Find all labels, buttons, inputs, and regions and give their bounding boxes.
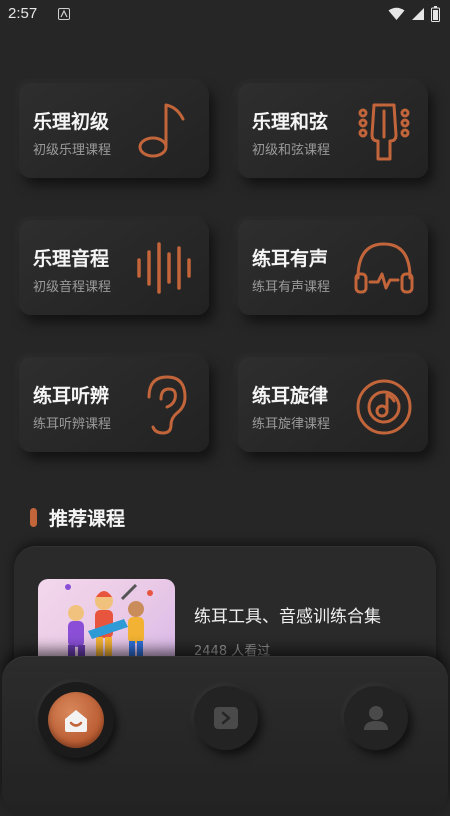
nav-video-button[interactable]	[194, 686, 258, 750]
headphones-icon	[354, 242, 414, 294]
nav-home-active-bg	[48, 692, 104, 748]
card-music-theory-basic[interactable]: 乐理初级 初级乐理课程	[19, 83, 209, 178]
card-subtitle: 初级音程课程	[33, 280, 112, 295]
card-ear-melody[interactable]: 练耳旋律 练耳旋律课程	[238, 357, 428, 452]
section-title: 推荐课程	[49, 507, 126, 530]
status-icons	[388, 6, 440, 22]
wifi-icon	[388, 7, 405, 20]
signal-icon	[412, 8, 424, 20]
card-title: 练耳听辨	[33, 385, 110, 407]
status-time: 2:57	[8, 5, 38, 22]
card-chords[interactable]: 乐理和弦 初级和弦课程	[238, 83, 428, 178]
ear-icon	[147, 375, 187, 435]
card-title: 练耳有声	[252, 248, 329, 270]
card-subtitle: 练耳听辨课程	[33, 417, 112, 432]
nav-home-button[interactable]	[38, 682, 114, 758]
card-title: 乐理音程	[33, 248, 110, 270]
card-subtitle: 初级乐理课程	[33, 143, 112, 158]
bottom-nav	[2, 656, 448, 816]
card-ear-listening[interactable]: 练耳听辨 练耳听辨课程	[19, 357, 209, 452]
section-marker	[30, 507, 37, 527]
card-title: 乐理和弦	[252, 111, 329, 133]
nav-profile-button[interactable]	[344, 686, 408, 750]
guitar-head-icon	[358, 103, 410, 161]
sound-wave-icon	[137, 242, 191, 294]
card-intervals[interactable]: 乐理音程 初级音程课程	[19, 220, 209, 315]
app-notification-icon	[58, 8, 70, 20]
card-title: 练耳旋律	[252, 385, 329, 407]
card-subtitle: 练耳有声课程	[252, 280, 331, 295]
card-subtitle: 初级和弦课程	[252, 143, 331, 158]
course-title[interactable]: 练耳工具、音感训练合集	[194, 602, 381, 627]
recommended-section-header: 推荐课程	[30, 503, 125, 531]
card-ear-sound[interactable]: 练耳有声 练耳有声课程	[238, 220, 428, 315]
home-icon	[65, 710, 87, 732]
card-subtitle: 练耳旋律课程	[252, 417, 331, 432]
user-icon	[364, 706, 388, 730]
status-bar: 2:57	[0, 0, 450, 30]
vinyl-disc-icon	[356, 379, 412, 435]
music-note-icon	[138, 103, 185, 158]
play-icon	[214, 707, 238, 729]
battery-icon	[431, 6, 440, 22]
card-title: 乐理初级	[33, 111, 110, 133]
